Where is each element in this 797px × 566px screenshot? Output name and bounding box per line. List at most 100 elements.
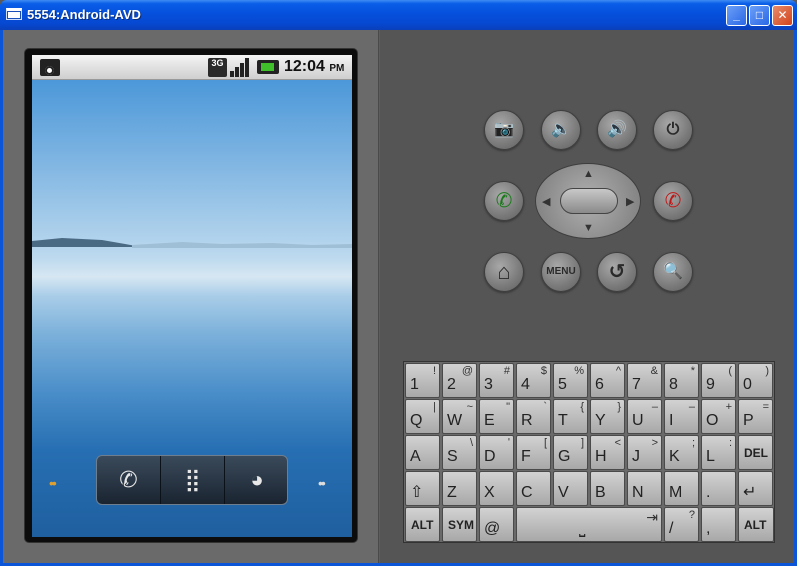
notification-dots-left[interactable]: •• [49,475,57,491]
key-alt-left[interactable]: ALT [405,507,440,542]
call-button[interactable]: ✆ [484,181,524,221]
key-slash[interactable]: /? [664,507,699,542]
key-row1-6[interactable]: 7 & [627,363,662,398]
sd-card-icon [40,59,60,76]
key-main-label: 6 [595,376,604,393]
key-main-label: V [558,484,569,501]
key-row2-6[interactable]: U – [627,399,662,434]
key-row2-9[interactable]: P = [738,399,773,434]
key-row1-3[interactable]: 4 $ [516,363,551,398]
key-row4-4[interactable]: V [553,471,588,506]
key-row4-9[interactable]: ↵ [738,471,773,506]
title-bar[interactable]: 5554:Android-AVD _ □ ✕ [0,0,797,30]
key-row1-0[interactable]: 1! [405,363,440,398]
dpad-up-icon[interactable]: ▲ [583,168,594,180]
key-row4-6[interactable]: N [627,471,662,506]
camera-button[interactable]: 📷 [484,110,524,150]
dpad-right-icon[interactable]: ▶ [626,195,634,208]
key-row2-4[interactable]: T{ [553,399,588,434]
key-row3-4[interactable]: G] [553,435,588,470]
key-row3-9[interactable]: DEL [738,435,773,470]
key-sym[interactable]: SYM [442,507,477,542]
key-row2-5[interactable]: Y} [590,399,625,434]
menu-button[interactable]: MENU [541,252,581,292]
key-row4-3[interactable]: C [516,471,551,506]
key-row1-2[interactable]: 3 # [479,363,514,398]
volume-down-button[interactable]: 🔈 [541,110,581,150]
status-bar[interactable]: 3G 12:04 PM [32,55,352,80]
key-row2-1[interactable]: W ~ [442,399,477,434]
key-row4-1[interactable]: Z [442,471,477,506]
key-space[interactable]: ⎵ ⇥ [516,507,662,542]
key-row4-7[interactable]: M [664,471,699,506]
key-row2-0[interactable]: Q | [405,399,440,434]
key-alt-label: @ [461,365,473,377]
key-alt-label: + [725,401,732,413]
key-main-label: G [558,448,571,465]
key-row3-3[interactable]: F[ [516,435,551,470]
volume-up-button[interactable]: 🔊 [597,110,637,150]
browser-icon[interactable]: ◕ [225,456,289,504]
dpad-left-icon[interactable]: ◀ [542,195,550,208]
dpad[interactable]: ▲ ▼ ◀ ▶ [535,163,641,239]
dpad-center-button[interactable] [560,188,618,214]
key-row4-2[interactable]: X [479,471,514,506]
key-alt-label: $ [540,365,547,377]
key-row3-0[interactable]: A [405,435,440,470]
key-row3-5[interactable]: H < [590,435,625,470]
key-main-label: R [521,412,533,429]
key-at[interactable]: @ [479,507,514,542]
key-main-label: T [558,412,568,429]
key-main-label: 8 [669,376,678,393]
key-row1-1[interactable]: 2 @ [442,363,477,398]
key-alt-label: " [506,401,510,413]
key-row1-5[interactable]: 6 ^ [590,363,625,398]
key-main-label: ↵ [743,484,757,501]
key-row3-6[interactable]: J > [627,435,662,470]
key-row3-7[interactable]: K; [664,435,699,470]
key-main-label: O [706,412,719,429]
key-main-label: J [632,448,640,465]
key-row2-2[interactable]: E " [479,399,514,434]
key-row2-3[interactable]: R ` [516,399,551,434]
key-row1-4[interactable]: 5% [553,363,588,398]
key-row1-9[interactable]: 0) [738,363,773,398]
key-row4-0[interactable]: ⇧ [405,471,440,506]
key-main-label: 5 [558,376,567,393]
key-main-label: 7 [632,376,641,393]
notification-dots-right[interactable]: •• [318,475,326,491]
key-row1-8[interactable]: 9( [701,363,736,398]
home-button[interactable]: ⌂ [484,252,524,292]
key-alt-label: ` [543,401,547,413]
key-alt-label: % [574,365,584,377]
key-row1-7[interactable]: 8 * [664,363,699,398]
key-row3-2[interactable]: Dʹ [479,435,514,470]
device-screen[interactable]: 3G 12:04 PM •• ✆ ⣿ ◕ •• [32,55,352,537]
power-button[interactable]: ⏻ [653,110,693,150]
dpad-down-icon[interactable]: ▼ [583,222,594,234]
key-row4-5[interactable]: B [590,471,625,506]
key-row2-8[interactable]: O + [701,399,736,434]
key-alt-label: } [617,401,621,413]
back-button[interactable]: ↺ [597,252,637,292]
minimize-button[interactable]: _ [726,5,747,26]
maximize-button[interactable]: □ [749,5,770,26]
key-alt-right[interactable]: ALT [738,507,774,542]
key-row2-7[interactable]: I – [664,399,699,434]
close-button[interactable]: ✕ [772,5,793,26]
key-row3-1[interactable]: S \ [442,435,477,470]
key-row4-8[interactable]: . [701,471,736,506]
key-row3-8[interactable]: L: [701,435,736,470]
emulator-client: 3G 12:04 PM •• ✆ ⣿ ◕ •• 📷 🔈 🔊 ⏻ ✆ ▲ ▼ ◀ … [3,30,794,563]
phone-icon[interactable]: ✆ [97,456,161,504]
home-dock: ✆ ⣿ ◕ [96,455,288,505]
search-button[interactable]: 🔍 [653,252,693,292]
key-alt-label: # [503,365,510,377]
device-frame: 3G 12:04 PM •• ✆ ⣿ ◕ •• [24,48,358,543]
key-main-label: ⇧ [410,484,424,501]
key-comma[interactable]: , [701,507,736,542]
key-main-label: U [632,412,644,429]
key-alt-label: | [433,401,436,413]
hangup-button[interactable]: ✆ [653,181,693,221]
app-drawer-icon[interactable]: ⣿ [161,456,225,504]
